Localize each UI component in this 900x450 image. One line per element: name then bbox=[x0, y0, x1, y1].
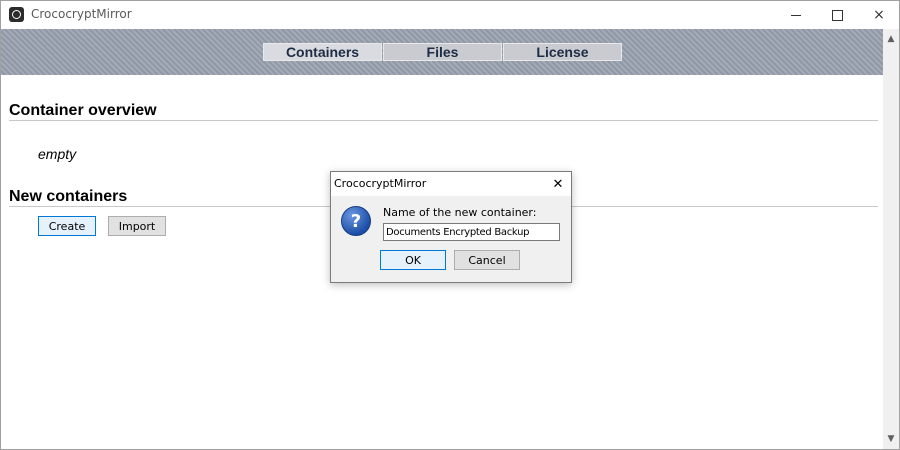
app-icon bbox=[9, 7, 24, 22]
container-overview-title: Container overview bbox=[9, 102, 157, 119]
section-divider bbox=[9, 120, 878, 121]
close-icon: ✕ bbox=[552, 176, 564, 192]
new-containers-title: New containers bbox=[9, 188, 128, 205]
title-bar: CrococryptMirror × bbox=[1, 1, 899, 29]
tab-files[interactable]: Files bbox=[383, 43, 502, 61]
scroll-up-icon[interactable]: ▲ bbox=[883, 31, 899, 47]
maximize-button[interactable] bbox=[814, 1, 860, 29]
question-icon: ? bbox=[341, 206, 371, 236]
scroll-down-icon[interactable]: ▼ bbox=[883, 431, 899, 447]
cancel-button[interactable]: Cancel bbox=[454, 250, 520, 270]
dialog-body: ? Name of the new container: OK Cancel bbox=[331, 196, 571, 282]
tab-license[interactable]: License bbox=[503, 43, 622, 61]
import-button[interactable]: Import bbox=[108, 216, 166, 236]
ok-button[interactable]: OK bbox=[380, 250, 446, 270]
tab-strip: Containers Files License bbox=[1, 29, 883, 75]
minimize-button[interactable] bbox=[773, 1, 819, 29]
minimize-icon bbox=[791, 14, 801, 16]
dialog-title-bar: CrococryptMirror ✕ bbox=[331, 172, 571, 196]
create-button[interactable]: Create bbox=[38, 216, 96, 236]
empty-label: empty bbox=[38, 146, 77, 162]
close-icon: × bbox=[873, 7, 885, 23]
container-name-label: Name of the new container: bbox=[383, 206, 537, 219]
window-title: CrococryptMirror bbox=[31, 7, 132, 21]
maximize-icon bbox=[831, 9, 843, 21]
container-name-input[interactable] bbox=[383, 223, 560, 241]
close-button[interactable]: × bbox=[856, 1, 899, 29]
tab-containers[interactable]: Containers bbox=[263, 43, 382, 61]
dialog-close-button[interactable]: ✕ bbox=[545, 172, 571, 196]
vertical-scrollbar[interactable]: ▲ ▼ bbox=[883, 29, 899, 449]
dialog-title: CrococryptMirror bbox=[334, 177, 427, 190]
new-container-dialog: CrococryptMirror ✕ ? Name of the new con… bbox=[330, 171, 572, 283]
